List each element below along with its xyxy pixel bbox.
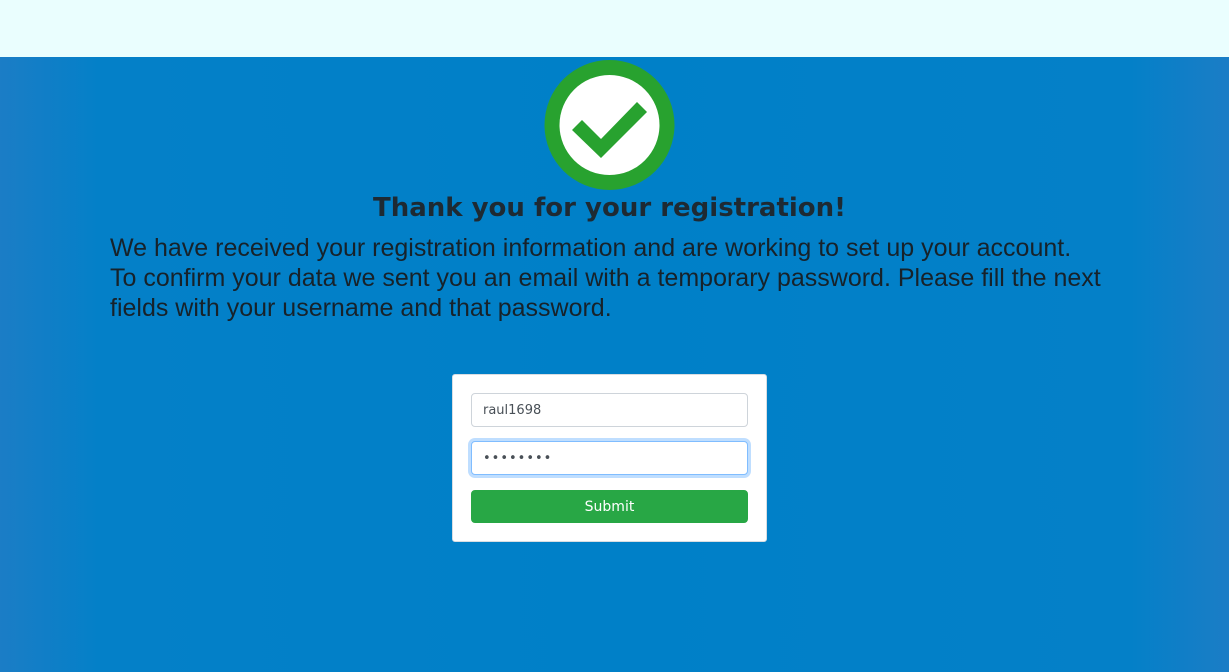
check-circle-icon <box>544 60 675 190</box>
username-input[interactable] <box>471 393 748 427</box>
confirmation-message: We have received your registration infor… <box>110 233 1120 323</box>
message-line-2: To confirm your data we sent you an emai… <box>110 264 1101 322</box>
submit-button[interactable]: Submit <box>471 490 748 523</box>
message-line-1: We have received your registration infor… <box>110 234 1072 262</box>
password-input[interactable] <box>471 441 748 475</box>
login-form: Submit <box>452 374 767 542</box>
page-title: Thank you for your registration! <box>372 193 847 223</box>
top-bar <box>0 0 1229 57</box>
